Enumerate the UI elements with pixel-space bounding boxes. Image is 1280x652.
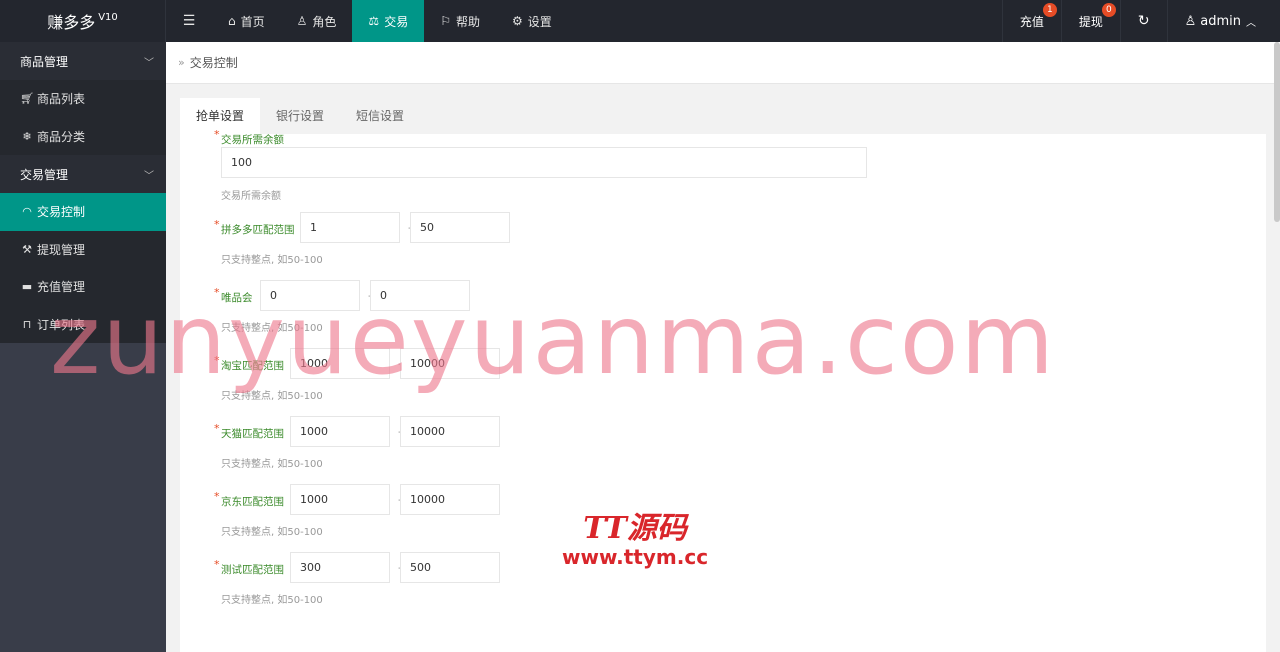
user-menu[interactable]: ♙ admin ︿ <box>1166 0 1280 42</box>
sidebar: 商品管理 ﹀ 🛒︎ 商品列表 ❄ 商品分类 交易管理 ﹀ ◠ 交易控制 ⚒ 提现管理 ▬… <box>0 42 166 652</box>
range-taobao: *淘宝匹配范围 1000 - 10000 只支持整点, 如50-100 <box>214 348 814 408</box>
range-label: * 京东匹配范围 <box>214 490 284 508</box>
home-icon: ⌂ <box>228 14 236 28</box>
range-max-input[interactable]: 500 <box>400 552 500 583</box>
nav-item-trade[interactable]: ⚖ 交易 <box>352 0 425 42</box>
tab-bar: 抢单设置 银行设置 短信设置 <box>180 98 1266 134</box>
range-label: * 淘宝匹配范围 <box>214 354 284 372</box>
sidebar-item-recharge-manage[interactable]: ▬ 充值管理 <box>0 268 166 306</box>
range-hint: 只支持整点, 如50-100 <box>221 595 323 606</box>
app-logo[interactable]: 赚多多 V10 <box>0 0 166 42</box>
tab-grab-order-settings[interactable]: 抢单设置 <box>180 98 261 134</box>
sidebar-item-product-list[interactable]: 🛒︎ 商品列表 <box>0 80 166 118</box>
nav-item-home[interactable]: ⌂ 首页 <box>212 0 281 42</box>
menu-icon: ☰ <box>182 13 196 29</box>
recharge-button[interactable]: 充值 1 <box>1001 0 1061 42</box>
refresh-button[interactable]: ↻ <box>1119 0 1167 42</box>
menu-toggle-button[interactable]: ☰ <box>166 0 212 42</box>
main-content: » 交易控制 抢单设置 银行设置 短信设置 * 交易所需余额 100 交易所需余额… <box>166 42 1280 652</box>
withdraw-badge: 0 <box>1101 3 1116 17</box>
required-mark: * <box>214 490 220 503</box>
balance-input[interactable]: 100 <box>221 147 867 178</box>
required-mark: * <box>214 354 220 367</box>
scale-icon: ⚖ <box>368 14 380 28</box>
gavel-icon: ⚒ <box>22 242 32 256</box>
required-mark: * <box>214 422 220 435</box>
range-max-input[interactable]: 10000 <box>400 348 500 379</box>
range-min-input[interactable]: 1 <box>300 212 400 243</box>
range-pinduoduo: *拼多多匹配范围 1 - 50 只支持整点, 如50-100 <box>214 212 814 272</box>
chevron-up-icon: ︿ <box>1246 17 1256 29</box>
range-label: * 天猫匹配范围 <box>214 422 284 440</box>
snowflake-icon: ❄ <box>22 129 32 143</box>
range-tmall: *天猫匹配范围 1000 - 10000 只支持整点, 如50-100 <box>214 416 814 476</box>
sidebar-group-products[interactable]: 商品管理 ﹀ <box>0 42 166 80</box>
nav-item-role[interactable]: ♙ 角色 <box>281 0 353 42</box>
app-logo-text: 赚多多 <box>47 13 96 32</box>
range-min-input[interactable]: 1000 <box>290 416 390 447</box>
breadcrumb: » 交易控制 <box>166 42 1280 84</box>
range-hint: 只支持整点, 如50-100 <box>221 255 323 266</box>
balance-label: * 交易所需余额 <box>214 128 284 146</box>
range-max-input[interactable]: 50 <box>410 212 510 243</box>
breadcrumb-current: 交易控制 <box>189 56 238 70</box>
range-jd: *京东匹配范围 1000 - 10000 只支持整点, 如50-100 <box>214 484 814 544</box>
range-hint: 只支持整点, 如50-100 <box>221 527 323 538</box>
top-bar: 赚多多 V10 ☰ ⌂ 首页 ♙ 角色 ⚖ 交易 ⚐ 帮助 ⚙ 设置 充值 1 提现 0 ↻… <box>0 0 1280 42</box>
settings-card: 抢单设置 银行设置 短信设置 * 交易所需余额 100 交易所需余额 * 拼多多匹配… <box>180 98 1266 652</box>
range-min-input[interactable]: 0 <box>260 280 360 311</box>
user-icon: ♙ <box>296 14 308 28</box>
required-mark: * <box>214 558 220 571</box>
sidebar-item-order-list[interactable]: ⊓ 订单列表 <box>0 305 166 343</box>
sidebar-item-withdraw-manage[interactable]: ⚒ 提现管理 <box>0 230 166 268</box>
app-version: V10 <box>98 11 118 23</box>
double-chevron-icon: » <box>178 56 185 69</box>
top-right-actions: 充值 1 提现 0 ↻ ♙ admin ︿ <box>1001 0 1280 42</box>
nav-item-help[interactable]: ⚐ 帮助 <box>424 0 496 42</box>
required-mark: * <box>214 286 220 299</box>
refresh-icon: ↻ <box>1137 13 1150 29</box>
sidebar-group-trade[interactable]: 交易管理 ﹀ <box>0 155 166 193</box>
page-scrollbar[interactable] <box>1274 42 1280 222</box>
chevron-down-icon: ﹀ <box>144 170 154 182</box>
sidebar-item-trade-control[interactable]: ◠ 交易控制 <box>0 193 166 231</box>
top-nav: ☰ ⌂ 首页 ♙ 角色 ⚖ 交易 ⚐ 帮助 ⚙ 设置 <box>166 0 568 42</box>
range-max-input[interactable]: 10000 <box>400 484 500 515</box>
range-max-input[interactable]: 10000 <box>400 416 500 447</box>
range-hint: 只支持整点, 如50-100 <box>221 391 323 402</box>
range-min-input[interactable]: 300 <box>290 552 390 583</box>
range-hint: 只支持整点, 如50-100 <box>221 459 323 470</box>
range-min-input[interactable]: 1000 <box>290 348 390 379</box>
user-icon: ♙ <box>1184 13 1197 29</box>
balance-field: * 交易所需余额 100 交易所需余额 <box>214 128 867 202</box>
tab-bank-settings[interactable]: 银行设置 <box>260 98 340 134</box>
range-max-input[interactable]: 0 <box>370 280 470 311</box>
nav-item-settings[interactable]: ⚙ 设置 <box>496 0 568 42</box>
range-hint: 只支持整点, 如50-100 <box>221 323 323 334</box>
gauge-icon: ◠ <box>22 205 32 219</box>
recharge-badge: 1 <box>1042 3 1057 17</box>
withdraw-button[interactable]: 提现 0 <box>1060 0 1120 42</box>
bag-icon: ⊓ <box>22 317 32 331</box>
balance-hint: 交易所需余额 <box>221 191 281 202</box>
cart-icon: 🛒︎ <box>20 92 34 106</box>
range-label: * 拼多多匹配范围 <box>214 218 295 236</box>
monitor-icon: ▬ <box>21 280 33 294</box>
gear-icon: ⚙ <box>511 14 523 28</box>
range-test: *测试匹配范围 300 - 500 只支持整点, 如50-100 <box>214 552 814 612</box>
flag-icon: ⚐ <box>440 14 451 28</box>
required-mark: * <box>214 218 220 231</box>
range-label: * 测试匹配范围 <box>214 558 284 576</box>
range-label: * 唯品会 <box>214 286 253 304</box>
range-vipshop: *唯品会 0 - 0 只支持整点, 如50-100 <box>214 280 814 340</box>
required-mark: * <box>214 128 220 141</box>
chevron-down-icon: ﹀ <box>144 57 154 69</box>
range-min-input[interactable]: 1000 <box>290 484 390 515</box>
sidebar-item-product-category[interactable]: ❄ 商品分类 <box>0 117 166 155</box>
tab-sms-settings[interactable]: 短信设置 <box>340 98 420 134</box>
